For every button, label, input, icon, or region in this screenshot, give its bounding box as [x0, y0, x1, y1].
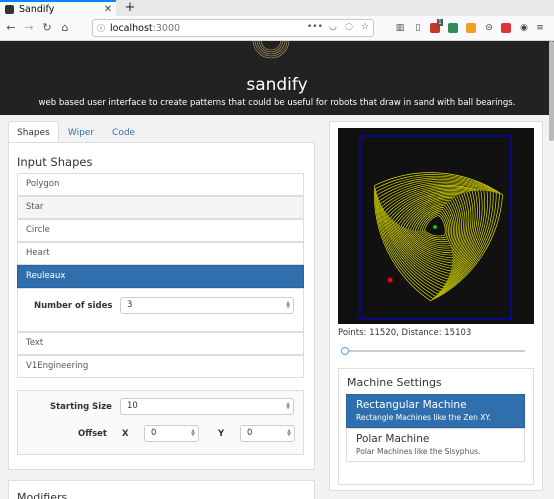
pattern-ring: [405, 199, 459, 254]
back-icon[interactable]: ←: [4, 21, 18, 35]
reuleaux-pattern: [374, 172, 503, 302]
pattern-start-point: [433, 225, 437, 229]
browser-tab[interactable]: Sandify ✕: [0, 0, 116, 16]
machine-option-name: Rectangular Machine: [356, 399, 467, 411]
close-tab-icon[interactable]: ✕: [102, 4, 114, 15]
page-scrollbar[interactable]: [549, 41, 554, 141]
offset-y-value: 0: [247, 428, 253, 438]
account-icon[interactable]: ◉: [518, 22, 530, 34]
extension-red-icon[interactable]: [501, 23, 511, 33]
offset-x-input[interactable]: 0 ▲ ▼: [144, 425, 199, 442]
offset-y-label: Y: [218, 429, 225, 439]
shape-item-star[interactable]: Star: [17, 196, 304, 219]
offset-x-label: X: [122, 429, 129, 439]
browser-toolbar: ← → ↻ ⌂ ⓘ localhost:3000 ••• ◡ ◌ ☆ ▥ ▯ 1…: [0, 16, 554, 41]
shape-item-text[interactable]: Text: [17, 332, 304, 355]
favicon-icon: [5, 4, 14, 14]
reload-icon[interactable]: ↻: [40, 21, 54, 35]
machine-option-rectangular[interactable]: Rectangular Machine Rectangle Machines l…: [346, 394, 525, 428]
sync-icon[interactable]: ◌: [345, 22, 353, 32]
machine-option-desc: Polar Machines like the Sisyphus.: [356, 447, 481, 456]
new-tab-button[interactable]: +: [123, 0, 137, 16]
tab-code[interactable]: Code: [103, 121, 144, 143]
bookmark-star-icon[interactable]: ☆: [361, 22, 369, 32]
sides-input[interactable]: 3 ▲ ▼: [120, 297, 294, 314]
stepper-icon[interactable]: ▲ ▼: [287, 429, 291, 438]
machine-settings-title: Machine Settings: [347, 376, 442, 389]
page-actions-icon[interactable]: •••: [307, 22, 323, 32]
forward-icon[interactable]: →: [22, 21, 36, 35]
tab-wiper[interactable]: Wiper: [59, 121, 103, 143]
machine-option-name: Polar Machine: [356, 433, 430, 445]
pattern-stats: Points: 11520, Distance: 15103: [338, 328, 472, 338]
menu-icon[interactable]: ≡: [534, 22, 546, 34]
extension-orange-icon[interactable]: [466, 23, 476, 33]
modifiers-title: Modifiers: [17, 491, 68, 499]
shape-item-circle[interactable]: Circle: [17, 219, 304, 242]
stepper-icon[interactable]: ▲ ▼: [286, 402, 290, 411]
offset-x-value: 0: [151, 428, 157, 438]
browser-tab-title: Sandify: [19, 3, 55, 15]
machine-option-polar[interactable]: Polar Machine Polar Machines like the Si…: [346, 428, 525, 462]
machine-option-desc: Rectangle Machines like the Zen XY.: [356, 413, 491, 422]
library-icon[interactable]: ▥: [394, 22, 406, 34]
browser-tab-strip: Sandify ✕ +: [0, 0, 554, 16]
extension-green-icon[interactable]: [448, 23, 458, 33]
starting-size-label: Starting Size: [50, 402, 112, 412]
url-bar[interactable]: ⓘ localhost:3000 ••• ◡ ◌ ☆: [92, 19, 374, 37]
home-icon[interactable]: ⌂: [58, 21, 72, 35]
info-icon[interactable]: ⓘ: [97, 23, 105, 34]
shape-item-heart[interactable]: Heart: [17, 242, 304, 265]
offset-label: Offset: [78, 429, 107, 439]
privacy-icon[interactable]: ⊝: [483, 22, 495, 34]
sides-value: 3: [127, 300, 133, 310]
app-brand: sandify: [246, 75, 308, 95]
url-port: :3000: [152, 22, 181, 34]
draw-slider-handle[interactable]: [341, 347, 349, 355]
stepper-icon[interactable]: ▲ ▼: [286, 301, 290, 310]
pattern-ring: [412, 204, 454, 247]
extension-badge-count: 1: [437, 19, 443, 26]
shape-item-reuleaux[interactable]: Reuleaux: [17, 265, 304, 288]
pattern-end-point: [387, 277, 393, 283]
sidebar-icon[interactable]: ▯: [412, 22, 424, 34]
stepper-icon[interactable]: ▲ ▼: [191, 429, 195, 438]
tab-shapes[interactable]: Shapes: [8, 121, 59, 143]
offset-y-input[interactable]: 0 ▲ ▼: [240, 425, 295, 442]
starting-size-value: 10: [127, 401, 138, 411]
app-tagline: web based user interface to create patte…: [38, 98, 516, 108]
pattern-svg: [359, 135, 512, 320]
url-host: localhost: [110, 22, 153, 34]
pocket-icon[interactable]: ◡: [329, 22, 337, 32]
sandify-logo-icon: [251, 41, 291, 61]
shape-item-polygon[interactable]: Polygon: [17, 173, 304, 196]
draw-slider-track[interactable]: [345, 350, 525, 352]
input-shapes-title: Input Shapes: [17, 155, 93, 169]
pattern-preview-canvas[interactable]: [338, 128, 534, 324]
sides-label: Number of sides: [34, 301, 113, 311]
starting-size-input[interactable]: 10 ▲ ▼: [120, 398, 294, 415]
shape-item-v1engineering[interactable]: V1Engineering: [17, 355, 304, 378]
panel-tabs: Shapes Wiper Code: [8, 121, 144, 143]
